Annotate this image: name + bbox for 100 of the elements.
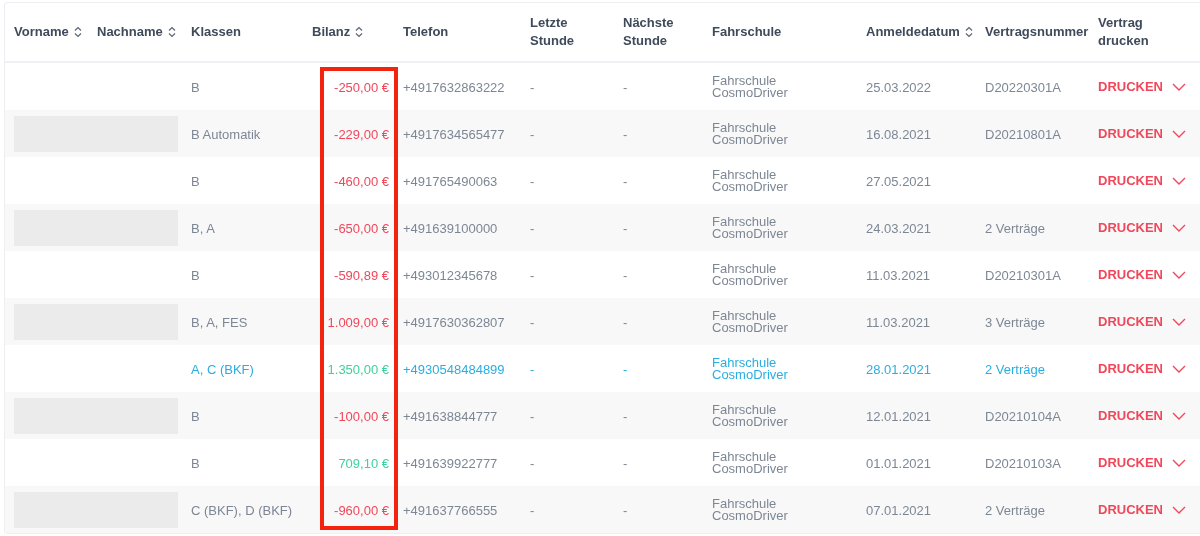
phone-cell: +4930548484899 [403, 361, 505, 377]
classes-cell: B [191, 455, 200, 471]
print-button[interactable]: DRUCKEN [1098, 220, 1186, 235]
next-lesson-cell: - [623, 220, 628, 236]
phone-cell: +491765490063 [403, 173, 498, 189]
print-button[interactable]: DRUCKEN [1098, 79, 1186, 94]
chevron-down-icon[interactable] [1172, 129, 1186, 138]
chevron-down-icon[interactable] [1172, 364, 1186, 373]
date-cell: 01.01.2021 [866, 455, 932, 471]
column-header[interactable]: Vorname [14, 23, 69, 41]
phone-cell: +4917632863222 [403, 79, 505, 95]
sort-icon[interactable] [355, 26, 364, 38]
chevron-down-icon[interactable] [1172, 82, 1186, 91]
driving-school-cell-text: Fahrschule CosmoDriver [712, 262, 789, 287]
classes-cell: A, C (BKF) [191, 361, 254, 377]
balance-cell: 1.350,00 € [327, 361, 389, 377]
chevron-down-icon[interactable] [1172, 223, 1186, 232]
column-header: Telefon [403, 23, 449, 41]
print-button[interactable]: DRUCKEN [1098, 314, 1186, 329]
column-header[interactable]: Bilanz [312, 23, 351, 41]
last-lesson-cell: - [530, 220, 535, 236]
driving-school-cell-text: Fahrschule CosmoDriver [712, 497, 789, 522]
balance-cell: -460,00 € [334, 173, 389, 189]
driving-school-cell-text: Fahrschule CosmoDriver [712, 309, 789, 334]
driving-school-cell-text: Fahrschule CosmoDriver [712, 168, 789, 193]
driving-school-cell-text: Fahrschule CosmoDriver [712, 74, 789, 99]
contract-cell: D20210801A [985, 126, 1061, 142]
chevron-down-icon[interactable] [1172, 317, 1186, 326]
last-lesson-cell: - [530, 361, 535, 377]
sort-icon[interactable] [73, 26, 82, 38]
classes-cell: B [191, 267, 200, 283]
phone-cell: +491638844777 [403, 408, 498, 424]
column-header: Klassen [191, 23, 241, 41]
balance-cell: 1.009,00 € [327, 314, 389, 330]
classes-cell: B [191, 173, 200, 189]
last-lesson-cell: - [530, 173, 535, 189]
next-lesson-cell: - [623, 79, 628, 95]
phone-cell: +491637766555 [403, 502, 498, 518]
classes-cell: B Automatik [191, 126, 261, 142]
column-header[interactable]: Nachname [97, 23, 163, 41]
next-lesson-cell: - [623, 408, 628, 424]
phone-cell: +4917634565477 [403, 126, 505, 142]
contract-cell: 3 Verträge [985, 314, 1045, 330]
next-lesson-cell: - [623, 502, 628, 518]
column-header[interactable]: Anmeldedatum [866, 23, 960, 41]
balance-cell: -960,00 € [334, 502, 389, 518]
phone-cell: +491639100000 [403, 220, 498, 236]
balance-cell: -590,89 € [334, 267, 389, 283]
last-lesson-cell: - [530, 126, 535, 142]
last-lesson-cell: - [530, 502, 535, 518]
phone-cell: +491639922777 [403, 455, 498, 471]
print-button[interactable]: DRUCKEN [1098, 361, 1186, 376]
next-lesson-cell: - [623, 455, 628, 471]
contract-cell: D20210103A [985, 455, 1061, 471]
classes-cell: B [191, 408, 200, 424]
print-button[interactable]: DRUCKEN [1098, 455, 1186, 470]
contract-cell: 2 Verträge [985, 220, 1045, 236]
contract-cell: 2 Verträge [985, 502, 1045, 518]
print-button[interactable]: DRUCKEN [1098, 408, 1186, 423]
next-lesson-cell: - [623, 173, 628, 189]
last-lesson-cell: - [530, 314, 535, 330]
chevron-down-icon[interactable] [1172, 176, 1186, 185]
date-cell: 07.01.2021 [866, 502, 932, 518]
chevron-down-icon[interactable] [1172, 411, 1186, 420]
column-header: Nächste Stunde [623, 14, 674, 50]
driving-school-cell-text: Fahrschule CosmoDriver [712, 121, 789, 146]
driving-school-cell-text: Fahrschule CosmoDriver [712, 450, 789, 475]
print-button[interactable]: DRUCKEN [1098, 502, 1186, 517]
column-header: Vertragsnummer [985, 23, 1089, 41]
balance-cell: -229,00 € [334, 126, 389, 142]
contract-cell: 2 Verträge [985, 361, 1045, 377]
chevron-down-icon[interactable] [1172, 505, 1186, 514]
date-cell: 12.01.2021 [866, 408, 932, 424]
driving-school-cell-text: Fahrschule CosmoDriver [712, 215, 789, 240]
date-cell: 24.03.2021 [866, 220, 932, 236]
last-lesson-cell: - [530, 79, 535, 95]
column-header: Vertrag drucken [1098, 14, 1149, 50]
driving-school-cell-text: Fahrschule CosmoDriver [712, 356, 789, 381]
next-lesson-cell: - [623, 361, 628, 377]
contract-cell: D20210301A [985, 267, 1061, 283]
last-lesson-cell: - [530, 455, 535, 471]
next-lesson-cell: - [623, 314, 628, 330]
chevron-down-icon[interactable] [1172, 270, 1186, 279]
last-lesson-cell: - [530, 267, 535, 283]
classes-cell: C (BKF), D (BKF) [191, 502, 293, 518]
column-header: Fahrschule [712, 23, 782, 41]
chevron-down-icon[interactable] [1172, 458, 1186, 467]
print-button[interactable]: DRUCKEN [1098, 173, 1186, 188]
print-button[interactable]: DRUCKEN [1098, 126, 1186, 141]
sort-icon[interactable] [167, 26, 176, 38]
print-button[interactable]: DRUCKEN [1098, 267, 1186, 282]
column-header: Letzte Stunde [530, 14, 575, 50]
classes-cell: B [191, 79, 200, 95]
date-cell: 27.05.2021 [866, 173, 932, 189]
date-cell: 11.03.2021 [866, 267, 931, 283]
balance-cell: -250,00 € [334, 79, 389, 95]
sort-icon[interactable] [964, 26, 973, 38]
classes-cell: B, A, FES [191, 314, 248, 330]
phone-cell: +493012345678 [403, 267, 498, 283]
date-cell: 28.01.2021 [866, 361, 932, 377]
